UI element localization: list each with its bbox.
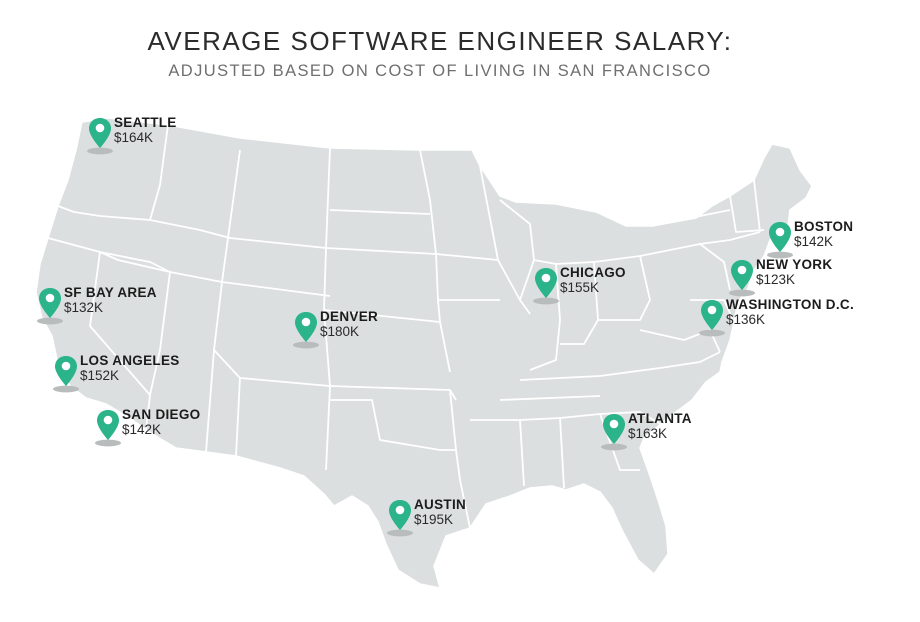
city-name: NEW YORK <box>756 257 833 272</box>
map-pin-icon <box>37 288 63 325</box>
city-name: WASHINGTON D.C. <box>726 297 855 312</box>
map-pin-icon <box>53 356 79 393</box>
city-salary: $132K <box>64 299 104 315</box>
city-name: DENVER <box>320 309 379 324</box>
city-name: SEATTLE <box>114 115 177 130</box>
map-pin-icon <box>601 414 627 451</box>
city-salary: $123K <box>756 271 796 287</box>
city-salary: $163K <box>628 425 668 441</box>
city-name: BOSTON <box>794 219 854 234</box>
city-salary: $142K <box>122 421 162 437</box>
map-pin-icon <box>767 222 793 259</box>
city-salary: $136K <box>726 311 766 327</box>
city-name: SF BAY AREA <box>64 285 157 300</box>
map-pin-icon <box>95 410 121 447</box>
city-name: AUSTIN <box>414 497 467 512</box>
map-pin-icon <box>699 300 725 337</box>
map-pin-icon <box>87 118 113 155</box>
map-pin-icon <box>533 268 559 305</box>
city-salary: $155K <box>560 279 600 295</box>
map-pin-icon <box>729 260 755 297</box>
city-name: ATLANTA <box>628 411 692 426</box>
city-name: LOS ANGELES <box>80 353 180 368</box>
map-pin-icon <box>293 312 319 349</box>
city-salary: $142K <box>794 233 834 249</box>
map-pin-icon <box>387 500 413 537</box>
city-salary: $164K <box>114 129 154 145</box>
city-salary: $152K <box>80 367 120 383</box>
city-salary: $195K <box>414 511 454 527</box>
city-salary: $180K <box>320 323 360 339</box>
city-name: SAN DIEGO <box>122 407 201 422</box>
city-name: CHICAGO <box>560 265 626 280</box>
